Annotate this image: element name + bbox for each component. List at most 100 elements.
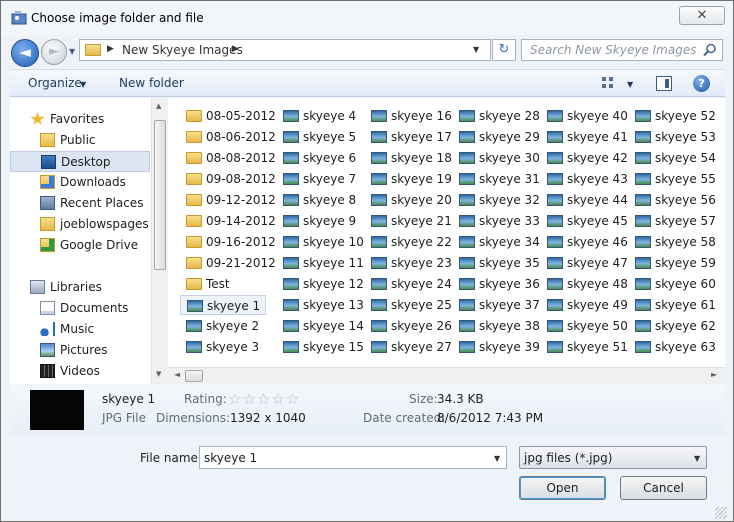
open-button[interactable]: Open [519, 476, 606, 500]
file-type-select[interactable]: jpg files (*.jpg) ▼ [519, 446, 707, 469]
sidebar-item-pictures[interactable]: Pictures [10, 340, 150, 361]
image-file-item[interactable]: skyeye 21 [365, 211, 452, 231]
image-file-item[interactable]: skyeye 7 [277, 169, 363, 189]
image-file-item[interactable]: skyeye 24 [365, 274, 452, 294]
folder-item[interactable]: Test [180, 274, 266, 294]
file-name-dropdown-icon[interactable]: ▼ [494, 454, 500, 463]
folder-item[interactable]: 09-14-2012 [180, 211, 276, 231]
sidebar-item-music[interactable]: Music [10, 319, 150, 340]
folder-item[interactable]: 08-05-2012 [180, 106, 276, 126]
image-file-item[interactable]: skyeye 9 [277, 211, 363, 231]
image-file-item[interactable]: skyeye 29 [453, 127, 540, 147]
file-list-scrollbar[interactable]: ◄ ► [168, 367, 725, 384]
image-file-item[interactable]: skyeye 32 [453, 190, 540, 210]
breadcrumb-current-folder[interactable]: New Skyeye Images [122, 43, 243, 57]
back-button[interactable]: ◄ [11, 39, 39, 67]
new-folder-button[interactable]: New folder [119, 76, 184, 90]
image-file-item[interactable]: skyeye 36 [453, 274, 540, 294]
image-file-item[interactable]: skyeye 57 [629, 211, 716, 231]
image-file-item[interactable]: skyeye 49 [541, 295, 628, 315]
image-file-item[interactable]: skyeye 45 [541, 211, 628, 231]
scroll-left-icon[interactable]: ◄ [174, 370, 180, 379]
image-file-item[interactable]: skyeye 35 [453, 253, 540, 273]
image-file-item[interactable]: skyeye 48 [541, 274, 628, 294]
folder-item[interactable]: 08-06-2012 [180, 127, 276, 147]
image-file-item[interactable]: skyeye 34 [453, 232, 540, 252]
image-file-item[interactable]: skyeye 47 [541, 253, 628, 273]
sidebar-item-public[interactable]: Public [10, 130, 150, 151]
image-file-item[interactable]: skyeye 26 [365, 316, 452, 336]
sidebar-item-videos[interactable]: Videos [10, 361, 150, 382]
folder-item[interactable]: 09-21-2012 [180, 253, 276, 273]
image-file-item[interactable]: skyeye 40 [541, 106, 628, 126]
change-view-icon[interactable] [601, 76, 615, 90]
organize-dropdown-icon[interactable]: ▼ [80, 80, 86, 89]
image-file-item[interactable]: skyeye 56 [629, 190, 716, 210]
sidebar-item-downloads[interactable]: Downloads [10, 172, 150, 193]
image-file-item[interactable]: skyeye 3 [180, 337, 266, 357]
image-file-item[interactable]: skyeye 37 [453, 295, 540, 315]
sidebar-item-favorites[interactable]: Favorites [10, 109, 150, 130]
image-file-item[interactable]: skyeye 8 [277, 190, 363, 210]
folder-item[interactable]: 09-12-2012 [180, 190, 276, 210]
resize-grip-icon[interactable] [715, 507, 727, 519]
sidebar-item-joeblowspages-o[interactable]: joeblowspages o [10, 214, 150, 235]
image-file-item[interactable]: skyeye 42 [541, 148, 628, 168]
image-file-item[interactable]: skyeye 33 [453, 211, 540, 231]
image-file-item[interactable]: skyeye 43 [541, 169, 628, 189]
file-name-value[interactable]: skyeye 1 [204, 451, 257, 465]
sidebar-item-desktop[interactable]: Desktop [10, 151, 150, 172]
image-file-item[interactable]: skyeye 58 [629, 232, 716, 252]
image-file-item[interactable]: skyeye 15 [277, 337, 364, 357]
scroll-down-icon[interactable]: ▼ [156, 370, 161, 378]
navigation-scrollbar[interactable]: ▲ ▼ [151, 98, 167, 384]
image-file-item[interactable]: skyeye 13 [277, 295, 364, 315]
sidebar-item-recent-places[interactable]: Recent Places [10, 193, 150, 214]
image-file-item[interactable]: skyeye 60 [629, 274, 716, 294]
image-file-item[interactable]: skyeye 55 [629, 169, 716, 189]
image-file-item[interactable]: skyeye 14 [277, 316, 364, 336]
scroll-right-icon[interactable]: ► [711, 370, 717, 379]
folder-item[interactable]: 08-08-2012 [180, 148, 276, 168]
recent-locations-dropdown[interactable]: ▼ [69, 47, 75, 56]
image-file-item[interactable]: skyeye 11 [277, 253, 364, 273]
image-file-item[interactable]: skyeye 44 [541, 190, 628, 210]
image-file-item[interactable]: skyeye 38 [453, 316, 540, 336]
folder-item[interactable]: 09-16-2012 [180, 232, 276, 252]
image-file-item[interactable]: skyeye 4 [277, 106, 363, 126]
image-file-item[interactable]: skyeye 59 [629, 253, 716, 273]
breadcrumb-separator-icon[interactable]: ▶ [107, 44, 114, 54]
image-file-item[interactable]: skyeye 10 [277, 232, 364, 252]
image-file-item[interactable]: skyeye 20 [365, 190, 452, 210]
image-file-item[interactable]: skyeye 5 [277, 127, 363, 147]
image-file-item[interactable]: skyeye 16 [365, 106, 452, 126]
preview-pane-icon[interactable] [656, 76, 672, 91]
image-file-item[interactable]: skyeye 51 [541, 337, 628, 357]
image-file-item[interactable]: skyeye 28 [453, 106, 540, 126]
image-file-item[interactable]: skyeye 53 [629, 127, 716, 147]
image-file-item[interactable]: skyeye 17 [365, 127, 452, 147]
file-type-value[interactable]: jpg files (*.jpg) [524, 451, 612, 465]
image-file-item[interactable]: skyeye 54 [629, 148, 716, 168]
help-icon[interactable]: ? [693, 75, 710, 92]
scroll-thumb[interactable] [154, 120, 166, 270]
image-file-item[interactable]: skyeye 1 [180, 295, 266, 315]
image-file-item[interactable]: skyeye 46 [541, 232, 628, 252]
search-icon[interactable] [703, 43, 717, 57]
image-file-item[interactable]: skyeye 23 [365, 253, 452, 273]
folder-item[interactable]: 09-08-2012 [180, 169, 276, 189]
refresh-button[interactable]: ↻ [492, 39, 516, 61]
cancel-button[interactable]: Cancel [620, 476, 707, 500]
address-bar[interactable]: ▶ New Skyeye Images ▶ ▼ [79, 39, 491, 61]
image-file-item[interactable]: skyeye 62 [629, 316, 716, 336]
image-file-item[interactable]: skyeye 61 [629, 295, 716, 315]
image-file-item[interactable]: skyeye 2 [180, 316, 266, 336]
image-file-item[interactable]: skyeye 52 [629, 106, 716, 126]
image-file-item[interactable]: skyeye 12 [277, 274, 364, 294]
file-type-dropdown-icon[interactable]: ▼ [694, 454, 700, 463]
image-file-item[interactable]: skyeye 6 [277, 148, 363, 168]
image-file-item[interactable]: skyeye 18 [365, 148, 452, 168]
breadcrumb-separator-icon[interactable]: ▶ [232, 44, 239, 54]
image-file-item[interactable]: skyeye 19 [365, 169, 452, 189]
image-file-item[interactable]: skyeye 25 [365, 295, 452, 315]
